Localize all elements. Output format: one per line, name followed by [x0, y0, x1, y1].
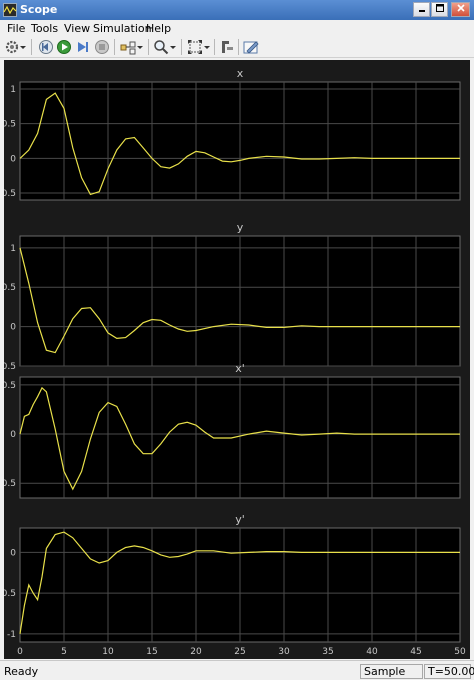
run-icon[interactable]	[56, 39, 72, 55]
y-tick-label: -1	[7, 630, 16, 640]
dropdown-arrow-icon[interactable]	[136, 39, 144, 55]
panel-title: y'	[235, 513, 245, 526]
cursor-measurements-icon[interactable]	[219, 39, 235, 55]
menu-view[interactable]: View	[64, 22, 90, 35]
menu-tools[interactable]: Tools	[31, 22, 58, 35]
y-tick-label: -0.5	[4, 362, 16, 372]
toolbar-separator	[238, 39, 239, 55]
dropdown-arrow-icon[interactable]	[169, 39, 177, 55]
y-tick-label: 1	[10, 85, 16, 95]
dropdown-arrow-icon[interactable]	[19, 39, 27, 55]
menu-file[interactable]: File	[7, 22, 25, 35]
panel-title: y	[237, 221, 244, 234]
stop-icon[interactable]	[94, 39, 110, 55]
menu-simulation[interactable]: Simulation	[93, 22, 152, 35]
window-title: Scope	[20, 3, 58, 16]
simulation-time-field: T=50.000	[424, 664, 474, 679]
close-icon	[456, 4, 465, 12]
toolbar-separator	[114, 39, 115, 55]
sample-mode-field: Sample based	[360, 664, 423, 680]
x-tick-label: 0	[17, 647, 23, 657]
toolbar-separator	[148, 39, 149, 55]
status-text: Ready	[4, 665, 39, 678]
scope-plot-area: x -0.5 0 0.5 1 y -0.5 0 0.5 1 x' -0.5 0 0.5 y' -1 -0.5 0 0…	[4, 60, 470, 659]
toolbar-separator	[31, 39, 32, 55]
minimize-icon	[418, 10, 425, 12]
scope-app-icon	[3, 3, 17, 17]
highlight-signal-icon[interactable]	[120, 39, 136, 55]
y-tick-label: -0.5	[4, 589, 16, 599]
x-tick-label: 45	[410, 647, 421, 657]
step-back-icon[interactable]	[38, 39, 54, 55]
y-tick-label: 0	[10, 323, 16, 333]
x-tick-label: 35	[322, 647, 333, 657]
x-tick-label: 30	[278, 647, 290, 657]
maximize-icon	[435, 4, 444, 12]
y-tick-label: 0	[10, 154, 16, 164]
x-tick-label: 50	[454, 647, 466, 657]
y-tick-label: -0.5	[4, 189, 16, 199]
dropdown-arrow-icon[interactable]	[203, 39, 211, 55]
parameters-gear-icon[interactable]	[4, 39, 20, 55]
step-forward-icon[interactable]	[75, 39, 91, 55]
toolbar-separator	[214, 39, 215, 55]
maximize-button[interactable]	[431, 2, 448, 17]
status-bar: Ready Sample based T=50.000	[0, 660, 474, 680]
edit-style-icon[interactable]	[243, 39, 259, 55]
y-tick-label: -0.5	[4, 479, 16, 489]
y-tick-label: 0.5	[4, 120, 16, 130]
x-tick-label: 20	[190, 647, 202, 657]
minimize-button[interactable]	[413, 2, 430, 17]
x-tick-label: 15	[146, 647, 157, 657]
toolbar-separator	[181, 39, 182, 55]
y-tick-label: 1	[10, 244, 16, 254]
y-tick-label: 0	[10, 548, 16, 558]
y-tick-label: 0.5	[4, 381, 16, 391]
y-tick-label: 0	[10, 430, 16, 440]
menu-help[interactable]: Help	[146, 22, 171, 35]
panel-title: x	[237, 67, 244, 80]
toolbar	[0, 36, 474, 58]
x-tick-label: 40	[366, 647, 378, 657]
x-tick-label: 10	[102, 647, 114, 657]
title-bar: Scope	[0, 0, 474, 20]
x-tick-label: 25	[234, 647, 245, 657]
menu-bar: File Tools View Simulation Help	[0, 20, 474, 36]
autoscale-icon[interactable]	[187, 39, 203, 55]
x-tick-label: 5	[61, 647, 67, 657]
zoom-icon[interactable]	[153, 39, 169, 55]
y-tick-label: 0.5	[4, 283, 16, 293]
panel-title: x'	[235, 362, 245, 375]
close-button[interactable]	[451, 2, 470, 17]
